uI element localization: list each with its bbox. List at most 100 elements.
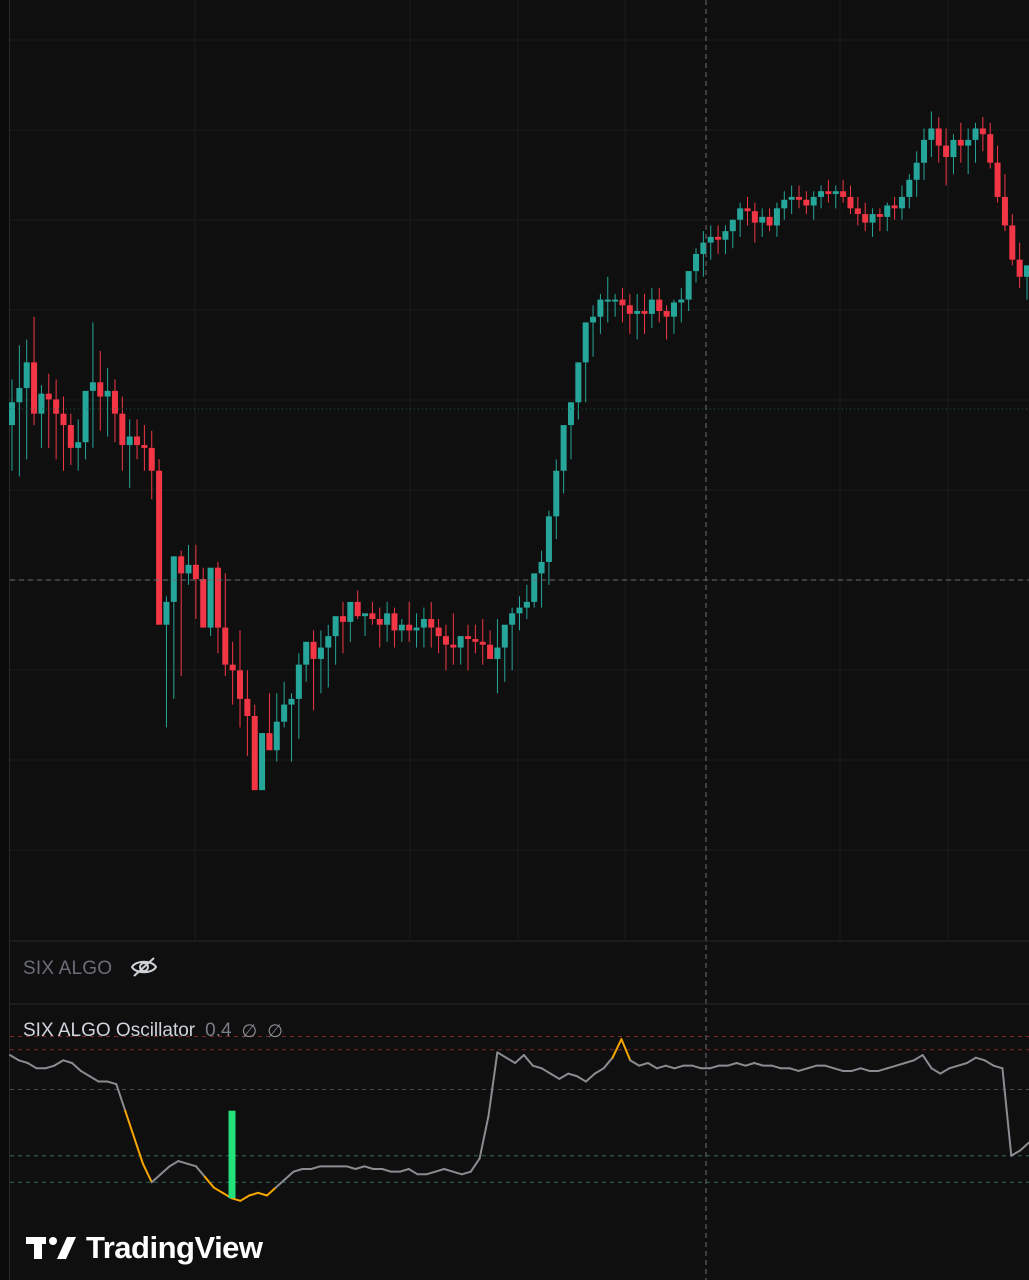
candle-body (722, 231, 729, 240)
oscillator-line-segment (363, 1165, 375, 1170)
candle-body (648, 299, 655, 314)
oscillator-title[interactable]: SIX ALGO Oscillator (23, 1020, 195, 1042)
oscillator-line-segment (948, 1064, 960, 1070)
tradingview-mark-icon (26, 1237, 76, 1259)
oscillator-line-segment (345, 1165, 357, 1170)
oscillator-line-segment (558, 1072, 570, 1080)
candle-body (435, 627, 442, 637)
oscillator-line-segment (886, 1064, 898, 1070)
tradingview-logo[interactable]: TradingView (26, 1230, 263, 1266)
oscillator-line-segment (576, 1075, 587, 1083)
oscillator-line-segment (310, 1165, 322, 1170)
candle-body (634, 311, 641, 314)
indicator-label[interactable]: SIX ALGO (23, 958, 112, 980)
candle-body (972, 128, 979, 140)
candle-body (604, 299, 611, 302)
eye-off-icon[interactable] (130, 955, 158, 979)
candle-body (53, 399, 60, 414)
oscillator-line-segment (274, 1178, 286, 1189)
oscillator-line-segment (788, 1067, 800, 1072)
oscillator-line-segment (983, 1059, 995, 1067)
candle-body (163, 601, 170, 625)
candle-body (119, 413, 126, 446)
candle-body (384, 613, 391, 625)
oscillator-line-segment (88, 1075, 100, 1083)
oscillator-line-segment (939, 1067, 951, 1075)
candle-body (259, 733, 266, 791)
candle-body (876, 214, 883, 217)
oscillator-line-segment (26, 1062, 38, 1070)
candle-body (707, 236, 714, 243)
candle-body (1016, 259, 1023, 277)
pane-separators (10, 940, 1029, 1005)
oscillator-line-segment (514, 1054, 525, 1064)
oscillator-line-segment (265, 1186, 277, 1197)
candle-body (545, 516, 552, 562)
candle-body (303, 641, 310, 665)
candle-body (670, 302, 677, 317)
oscillator-line-segment (177, 1160, 189, 1165)
oscillator-line-segment (230, 1197, 242, 1202)
oscillator-line-segment (629, 1059, 641, 1067)
oscillator-line-segment (159, 1165, 171, 1176)
candle-body (825, 191, 832, 195)
chart-root[interactable]: SIX ALGO SIX ALGO Oscillator 0.4 ∅ ∅ Tra… (0, 0, 1029, 1280)
candle-body (979, 128, 986, 135)
candle-body (479, 641, 486, 645)
candle-body (567, 402, 574, 426)
candle-body (656, 299, 663, 312)
candle-body (582, 322, 589, 363)
oscillator-line-segment (903, 1059, 915, 1064)
candle-body (89, 382, 96, 391)
oscillator-line-segment (292, 1168, 304, 1173)
oscillator-line-segment (487, 1051, 499, 1117)
oscillator-line-segment (407, 1168, 419, 1176)
candle-body (398, 624, 405, 631)
candle-body (170, 556, 177, 602)
candle-body (921, 139, 928, 163)
candle-body (906, 179, 913, 197)
oscillator-line-segment (974, 1056, 986, 1062)
oscillator-line-segment (124, 1109, 136, 1139)
candle-body (472, 638, 479, 642)
candle-body (847, 196, 854, 209)
candle-body (590, 316, 597, 323)
candle-body (759, 216, 766, 223)
candles-layer (9, 111, 1029, 791)
oscillator-line-segment (744, 1062, 756, 1067)
candle-body (31, 362, 38, 414)
candle-body (715, 236, 722, 240)
na-value-1: ∅ (241, 1020, 258, 1041)
candle-body (23, 362, 30, 389)
candle-body (229, 664, 236, 671)
candle-body (9, 402, 15, 426)
candle-body (45, 393, 52, 400)
oscillator-line-segment (496, 1051, 508, 1059)
candle-body (523, 601, 530, 608)
candle-body (281, 704, 288, 722)
candle-body (406, 624, 413, 631)
candle-body (347, 601, 354, 622)
oscillator-line-segment (460, 1170, 472, 1176)
oscillator-line-segment (833, 1067, 844, 1072)
oscillator-line-segment (859, 1067, 871, 1072)
oscillator-line-segment (726, 1062, 738, 1067)
candle-body (354, 601, 361, 617)
candle-body (832, 191, 839, 195)
oscillator-legend[interactable]: SIX ALGO Oscillator 0.4 ∅ ∅ (23, 1020, 283, 1042)
candle-body (104, 390, 111, 397)
candle-body (795, 196, 802, 200)
oscillator-line-segment (735, 1062, 747, 1067)
candle-body (553, 470, 560, 517)
oscillator-line-segment (283, 1170, 295, 1181)
candle-body (391, 613, 398, 631)
oscillator-line-segment (239, 1194, 251, 1202)
candle-body (442, 636, 449, 645)
candle-body (751, 211, 758, 223)
candle-body (207, 567, 214, 628)
candle-body (192, 564, 199, 580)
candle-body (288, 698, 295, 705)
main-chart[interactable] (0, 0, 1029, 1280)
candle-body (178, 556, 185, 574)
oscillator-line-segment (567, 1072, 579, 1078)
